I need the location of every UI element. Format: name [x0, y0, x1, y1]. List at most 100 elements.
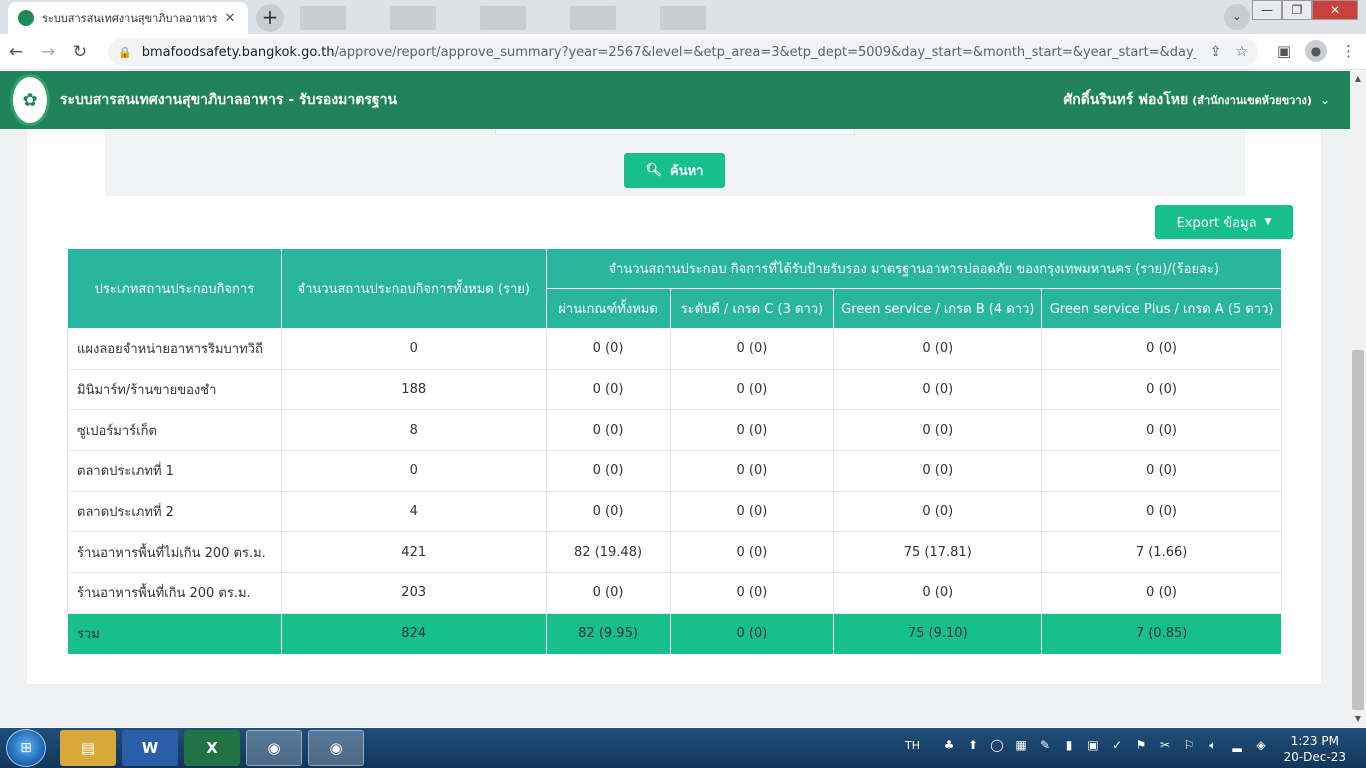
flag-icon[interactable]: ⚐ [1180, 736, 1198, 754]
maximize-button[interactable]: ❐ [1282, 0, 1312, 20]
header-total: จำนวนสถานประกอบกิจการทั้งหมด (ราย) [280, 248, 547, 329]
cell-level-b: 0 (0) [833, 450, 1043, 492]
app-title: ระบบสารสนเทศงานสุขาภิบาลอาหาร - รับรองมา… [60, 92, 398, 108]
bma-logo-icon[interactable]: ✿ [10, 74, 50, 126]
cell-level-b: 0 (0) [833, 572, 1043, 614]
cell-passed: 0 (0) [545, 450, 671, 492]
thumbnail [660, 6, 706, 30]
cell-level-a: 0 (0) [1041, 572, 1282, 614]
wifi-signal-icon[interactable]: ▂ [1228, 736, 1246, 754]
side-panel-icon[interactable]: ▣ [1277, 42, 1291, 60]
tray-app-icon[interactable]: ▦ [1012, 736, 1030, 754]
cell-total: 0 [280, 328, 547, 370]
header-passed: ผ่านเกณฑ์ทั้งหมด [545, 288, 671, 329]
system-tray: TH ♣ ⬆ ◯ ▦ ✎ ▮ ▣ ✓ ⚑ ✂ ⚐ 🔈︎ ▂ ◈ [905, 736, 1270, 754]
cell-level-a: 7 (0.85) [1041, 612, 1282, 655]
tab-search-button[interactable]: ⌄ [1224, 4, 1250, 30]
user-department: (สำนักงานเขตห้วยขวาง) [1192, 94, 1312, 107]
cell-type: ร้านอาหารพื้นที่เกิน 200 ตร.ม. [67, 572, 282, 614]
cell-passed: 0 (0) [545, 490, 671, 533]
chrome-icon[interactable]: ◉ [308, 730, 364, 766]
scroll-up-arrow-icon[interactable]: ▲ [1350, 71, 1366, 87]
clock-time: 1:23 PM [1290, 734, 1339, 748]
minimize-button[interactable]: — [1252, 0, 1282, 20]
search-button[interactable]: 🔍︎ ค้นหา [624, 153, 725, 188]
app-header: ✿ ระบบสารสนเทศงานสุขาภิบาลอาหาร - รับรอง… [0, 71, 1350, 129]
cell-total: 4 [280, 490, 547, 533]
header-type: ประเภทสถานประกอบกิจการ [67, 248, 282, 329]
cell-level-c: 0 (0) [669, 328, 835, 370]
signal-icon[interactable]: ▮ [1060, 736, 1078, 754]
tray-app-icon[interactable]: ▣ [1084, 736, 1102, 754]
cell-passed: 0 (0) [545, 328, 671, 370]
opera-icon[interactable]: ◯ [988, 736, 1006, 754]
cell-total: 0 [280, 450, 547, 492]
site-favicon-icon [18, 10, 34, 26]
chevron-down-icon: ⌄ [1319, 93, 1330, 107]
tray-app-icon[interactable]: ♣ [940, 736, 958, 754]
export-button-label: Export ข้อมูล [1176, 215, 1257, 231]
reload-icon[interactable]: ↻ [64, 42, 96, 62]
cell-level-c: 0 (0) [669, 409, 835, 452]
excel-icon[interactable]: X [184, 730, 240, 766]
cell-passed: 0 (0) [545, 572, 671, 614]
cell-level-a: 7 (1.66) [1041, 531, 1282, 574]
export-dropdown-button[interactable]: Export ข้อมูล ▼ [1155, 205, 1293, 239]
start-button[interactable]: ⊞ [6, 729, 46, 767]
scrollbar-thumb[interactable] [1352, 350, 1364, 710]
new-tab-button[interactable]: + [256, 4, 284, 32]
cell-type: แผงลอยจำหน่ายอาหารริมบาทวิถี [67, 328, 282, 370]
update-icon[interactable]: ⬆ [964, 736, 982, 754]
cell-passed: 82 (19.48) [545, 531, 671, 574]
cell-total: 824 [280, 612, 547, 655]
close-window-button[interactable]: ✕ [1312, 0, 1358, 20]
cell-level-c: 0 (0) [669, 572, 835, 614]
profile-avatar-icon[interactable]: ● [1305, 40, 1327, 62]
cell-level-a: 0 (0) [1041, 450, 1282, 492]
cell-passed: 0 (0) [545, 368, 671, 411]
report-card: 🔍︎ ค้นหา Export ข้อมูล ▼ ประเภทสถานประกอ… [27, 129, 1321, 684]
browser-toolbar: ← → ↻ 🔒 bmafoodsafety.bangkok.go.th/appr… [0, 34, 1366, 70]
volume-icon[interactable]: 🔈︎ [1204, 736, 1222, 754]
table-row: ร้านอาหารพื้นที่เกิน 200 ตร.ม. 203 0 (0)… [67, 572, 1282, 614]
antivirus-icon[interactable]: ◈ [1252, 736, 1270, 754]
taskbar-clock[interactable]: 1:23 PM 20-Dec-23 [1284, 733, 1346, 765]
url-text[interactable]: bmafoodsafety.bangkok.go.th/approve/repo… [142, 45, 1196, 60]
tray-app-icon[interactable]: ✂ [1156, 736, 1174, 754]
thumbnail [480, 6, 526, 30]
word-icon[interactable]: W [122, 730, 178, 766]
menu-kebab-icon[interactable]: ⋮ [1341, 42, 1356, 60]
cell-type: มินิมาร์ท/ร้านขายของชำ [67, 368, 282, 411]
file-explorer-icon[interactable]: ▤ [60, 730, 116, 766]
clock-date: 20-Dec-23 [1283, 750, 1346, 764]
network-icon[interactable]: ⚑ [1132, 736, 1150, 754]
address-bar[interactable]: 🔒 bmafoodsafety.bangkok.go.th/approve/re… [108, 38, 1258, 66]
cell-level-c: 0 (0) [669, 490, 835, 533]
page-scrollbar[interactable]: ▲ ▼ [1350, 71, 1366, 727]
cell-total: 8 [280, 409, 547, 452]
input-language[interactable]: TH [905, 739, 920, 752]
cell-total: 188 [280, 368, 547, 411]
toolbar-right: ▣ ● ⋮ [1277, 40, 1356, 62]
scroll-down-arrow-icon[interactable]: ▼ [1350, 711, 1366, 727]
windows-taskbar: ⊞ ▤ W X ◉ ◉ TH ♣ ⬆ ◯ ▦ ✎ ▮ ▣ ✓ ⚑ ✂ ⚐ 🔈︎ … [0, 728, 1366, 768]
cell-type: ร้านอาหารพื้นที่ไม่เกิน 200 ตร.ม. [67, 531, 282, 574]
chrome-icon[interactable]: ◉ [246, 730, 302, 766]
tray-app-icon[interactable]: ✎ [1036, 736, 1054, 754]
window-controls: — ❐ ✕ [1252, 0, 1358, 20]
forward-arrow-icon[interactable]: → [32, 42, 64, 62]
table-row: มินิมาร์ท/ร้านขายของชำ 188 0 (0) 0 (0) 0… [67, 368, 1282, 411]
security-shield-icon[interactable]: ✓ [1108, 736, 1126, 754]
search-filter-input[interactable] [495, 129, 855, 135]
tab-close-icon[interactable]: ✕ [222, 11, 238, 26]
user-menu[interactable]: ศักดิ์นรินทร์ ฟองโหย (สำนักงานเขตห้วยขวา… [1063, 71, 1330, 129]
cell-level-b: 0 (0) [833, 409, 1043, 452]
cell-total: 421 [280, 531, 547, 574]
cell-level-b: 75 (17.81) [833, 531, 1043, 574]
cell-level-a: 0 (0) [1041, 409, 1282, 452]
browser-tab-active[interactable]: ระบบสารสนเทศงานสุขาภิบาลอาหาร ✕ [8, 2, 248, 34]
back-arrow-icon[interactable]: ← [0, 42, 32, 62]
bookmark-star-icon[interactable]: ☆ [1235, 44, 1248, 60]
url-path: /approve/report/approve_summary?year=256… [334, 44, 1196, 60]
share-icon[interactable]: ⇪ [1210, 44, 1222, 60]
